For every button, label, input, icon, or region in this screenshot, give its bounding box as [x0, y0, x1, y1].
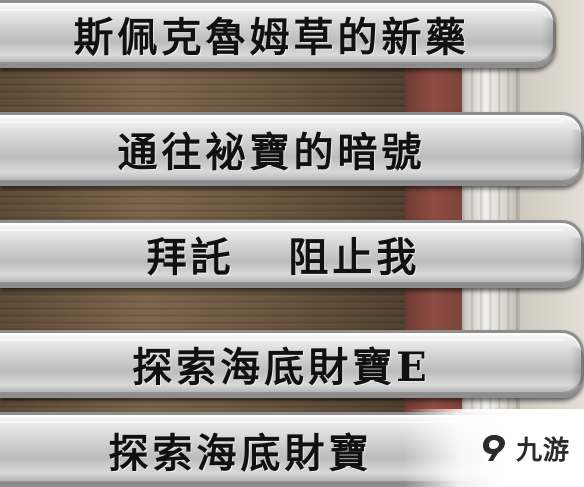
quest-option-4[interactable]: 探索海底財寶E [0, 330, 584, 398]
quest-option-1[interactable]: 斯佩克魯姆草的新藥 [0, 0, 556, 68]
jiuyou-logo-icon [482, 435, 505, 461]
quest-option-label: 斯佩克魯姆草的新藥 [73, 14, 470, 61]
quest-option-label: 探索海底財寶 [108, 429, 373, 477]
quest-option-3[interactable]: 拜託 阻止我 [0, 220, 584, 288]
quest-option-label: 探索海底財寶E [132, 344, 431, 391]
quest-option-label: 拜託 阻止我 [146, 234, 421, 281]
quest-option-label: 通往袐寶的暗號 [117, 129, 426, 176]
watermark-text: 九游 [515, 435, 570, 466]
watermark: 九游 [404, 409, 584, 487]
quest-option-2[interactable]: 通往袐寶的暗號 [0, 112, 584, 186]
